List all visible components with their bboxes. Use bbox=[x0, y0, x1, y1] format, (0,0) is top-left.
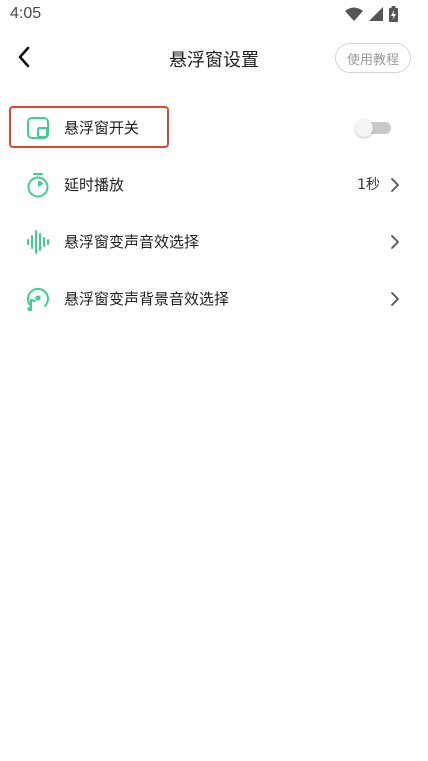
delayed-playback-label: 延时播放 bbox=[64, 176, 125, 194]
delayed-playback-row[interactable]: 延时播放 1秒 bbox=[0, 157, 428, 213]
header: 悬浮窗设置 使用教程 bbox=[0, 36, 428, 82]
status-time: 4:05 bbox=[10, 5, 42, 22]
floating-window-toggle-row[interactable]: 悬浮窗开关 bbox=[0, 100, 428, 156]
timer-icon bbox=[24, 171, 52, 199]
wifi-icon bbox=[345, 7, 363, 21]
tutorial-button[interactable]: 使用教程 bbox=[335, 43, 411, 73]
status-bar: 4:05 bbox=[0, 0, 428, 30]
chevron-right-icon bbox=[388, 290, 402, 308]
voice-effect-row[interactable]: 悬浮窗变声音效选择 bbox=[0, 214, 428, 270]
soundwave-icon bbox=[24, 228, 52, 256]
toggle-knob bbox=[355, 119, 373, 137]
floating-window-toggle-switch[interactable] bbox=[355, 119, 391, 137]
floating-window-icon bbox=[24, 114, 52, 142]
signal-icon bbox=[369, 7, 383, 21]
battery-charging-icon bbox=[389, 6, 398, 22]
floating-window-toggle-label: 悬浮窗开关 bbox=[64, 119, 140, 137]
chevron-right-icon bbox=[388, 176, 402, 194]
voice-effect-label: 悬浮窗变声音效选择 bbox=[64, 233, 200, 251]
music-disc-icon bbox=[24, 285, 52, 313]
delayed-playback-value: 1秒 bbox=[357, 177, 380, 193]
chevron-right-icon bbox=[388, 233, 402, 251]
background-effect-label: 悬浮窗变声背景音效选择 bbox=[64, 290, 230, 308]
status-icons bbox=[345, 5, 398, 23]
background-effect-row[interactable]: 悬浮窗变声背景音效选择 bbox=[0, 271, 428, 327]
